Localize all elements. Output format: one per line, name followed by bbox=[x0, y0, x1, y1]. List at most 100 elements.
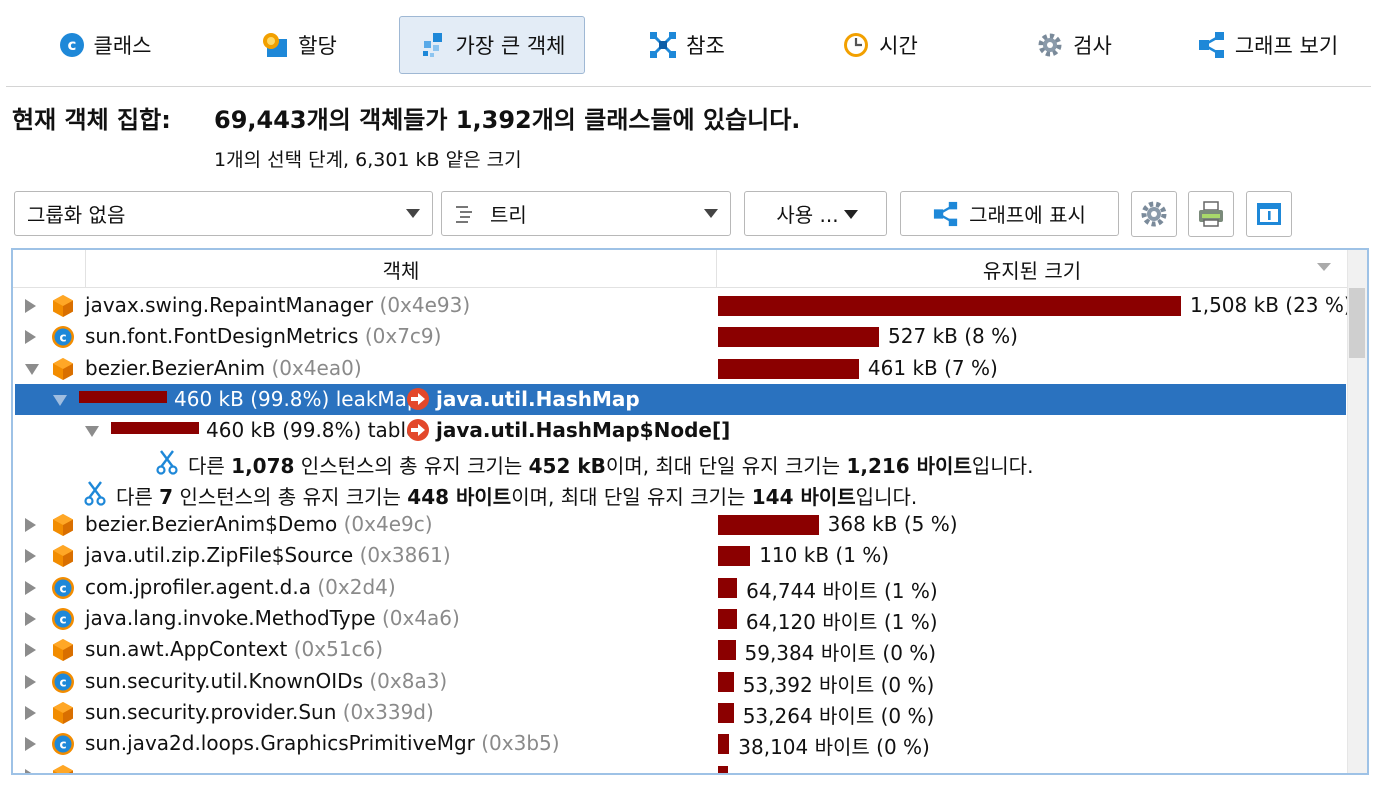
retained-size-bar bbox=[718, 640, 736, 661]
tab-graph-view[interactable]: 그래프 보기 bbox=[1194, 16, 1342, 74]
column-header-retained-size[interactable]: 유지된 크기 bbox=[716, 250, 1347, 288]
class-icon: c bbox=[51, 576, 75, 605]
collapse-toggle-icon[interactable] bbox=[85, 426, 99, 438]
retained-size-value: 461 kB (7 %) bbox=[867, 355, 998, 380]
show-in-graph-button[interactable]: 그래프에 표시 bbox=[900, 191, 1119, 236]
tab-time[interactable]: 시간 bbox=[840, 16, 920, 74]
table-row[interactable]: sun.security.provider.Sun (0x339d) 53,264… bbox=[15, 697, 1346, 728]
tab-label: 그래프 보기 bbox=[1234, 34, 1339, 58]
use-dropdown-button[interactable]: 사용 ... bbox=[744, 191, 887, 236]
table-row[interactable]: c com.jprofiler.agent.d.a (0x2d4) 64,744 바… bbox=[15, 572, 1346, 603]
retained-size-bar bbox=[718, 296, 1181, 316]
view-mode-value: 트리 bbox=[490, 203, 527, 227]
table-row[interactable]: c java.lang.invoke.MethodType (0x4a6) 64,1… bbox=[15, 603, 1346, 634]
object-class-name: java.lang.invoke.MethodType bbox=[85, 606, 376, 630]
grouping-select[interactable]: 그룹화 없음 bbox=[14, 191, 433, 236]
object-icon bbox=[51, 701, 75, 730]
tab-classes[interactable]: c 클래스 bbox=[50, 16, 160, 74]
cutoff-summary-row[interactable]: 다른 1,078 인스턴스의 총 유지 크기는 452 kB이며, 최대 단일 … bbox=[15, 447, 1346, 478]
settings-button[interactable] bbox=[1131, 191, 1177, 237]
use-label: 사용 ... bbox=[776, 203, 839, 227]
svg-text:c: c bbox=[67, 36, 76, 54]
tab-label: 클래스 bbox=[93, 34, 152, 58]
table-row[interactable]: sun.awt.AppContext (0x51c6) 59,384 바이트 (0… bbox=[15, 634, 1346, 665]
graph-icon bbox=[934, 201, 958, 226]
object-address: (0x51c6) bbox=[293, 637, 384, 662]
sort-descending-icon bbox=[1317, 263, 1331, 271]
table-row[interactable]: bezier.BezierAnim (0x4ea0) 461 kB (7 %) bbox=[15, 353, 1346, 384]
expand-toggle-icon[interactable] bbox=[25, 643, 36, 658]
scrollbar-thumb[interactable] bbox=[1349, 288, 1365, 358]
collapse-toggle-icon[interactable] bbox=[25, 363, 39, 375]
expand-toggle-icon[interactable] bbox=[25, 612, 36, 626]
table-row[interactable]: c sun.font.FontDesignMetrics (0x7c9) 527 k… bbox=[15, 321, 1346, 352]
reference-target-class: java.util.HashMap bbox=[436, 386, 640, 411]
object-class-name: javax.swing.RepaintManager bbox=[85, 293, 374, 317]
tab-label: 시간 bbox=[879, 34, 918, 58]
inspection-icon bbox=[1038, 33, 1062, 57]
expand-toggle-icon[interactable] bbox=[25, 518, 36, 533]
expand-toggle-icon[interactable] bbox=[25, 705, 36, 720]
object-name: com.jprofiler.agent.d.a (0x2d4) bbox=[85, 575, 396, 599]
reference-retained-size: 460 kB (99.8%) bbox=[174, 386, 330, 411]
retained-size-bar bbox=[718, 609, 737, 629]
tab-label: 참조 bbox=[686, 34, 725, 58]
printer-icon bbox=[1199, 201, 1223, 227]
tab-allocations[interactable]: 할당 bbox=[256, 16, 342, 74]
column-header-object[interactable]: 객체 bbox=[85, 250, 716, 288]
cutoff-summary-row[interactable]: 다른 7 인스턴스의 총 유지 크기는 448 바이트이며, 최대 단일 유지 … bbox=[15, 478, 1346, 509]
expand-toggle-icon[interactable] bbox=[25, 674, 36, 689]
object-address: (0x4e9c) bbox=[343, 512, 433, 537]
object-address: (0x4e93) bbox=[379, 293, 471, 317]
cutoff-instance-count: 1,078 bbox=[231, 453, 295, 478]
table-row[interactable] bbox=[15, 760, 1346, 773]
expand-toggle-icon[interactable] bbox=[25, 330, 36, 345]
export-button[interactable] bbox=[1188, 191, 1234, 237]
cutoff-text: 이며, 최대 단일 유지 크기는 bbox=[511, 484, 752, 509]
show-in-graph-label: 그래프에 표시 bbox=[969, 203, 1086, 227]
object-name: sun.security.provider.Sun (0x339d) bbox=[85, 700, 434, 724]
info-icon bbox=[1257, 203, 1281, 225]
expand-toggle-icon[interactable] bbox=[25, 580, 36, 595]
retained-size-bar bbox=[718, 702, 734, 723]
biggest-objects-icon bbox=[422, 33, 442, 57]
expand-toggle-icon[interactable] bbox=[25, 737, 36, 752]
tree-icon bbox=[456, 205, 472, 223]
expand-toggle-icon[interactable] bbox=[25, 768, 36, 773]
object-icon bbox=[51, 544, 75, 573]
tab-biggest-objects[interactable]: 가장 큰 객체 bbox=[399, 16, 585, 74]
summary-subtitle: 1개의 선택 단계, 6,301 kB 얕은 크기 bbox=[214, 149, 522, 171]
class-icon: c bbox=[51, 670, 75, 699]
biggest-objects-tree-table[interactable]: 객체 유지된 크기 javax.swing.RepaintManager (0x… bbox=[11, 248, 1369, 775]
view-tab-bar: c 클래스 할당 가장 큰 객체 참조 시간 검사 그래프 보기 bbox=[10, 10, 1367, 80]
object-name: sun.awt.AppContext (0x51c6) bbox=[85, 637, 383, 661]
table-row[interactable]: javax.swing.RepaintManager (0x4e93) 1,508… bbox=[15, 290, 1352, 321]
retained-size-bar bbox=[718, 734, 730, 755]
view-mode-select[interactable]: 트리 bbox=[441, 191, 731, 236]
info-button[interactable] bbox=[1246, 191, 1292, 237]
table-row[interactable]: c sun.security.util.KnownOIDs (0x8a3) 53,3… bbox=[15, 666, 1346, 697]
table-row[interactable]: 460 kB (99.8%) table java.util.HashMap$No… bbox=[15, 415, 1346, 446]
tab-inspections[interactable]: 검사 bbox=[1034, 16, 1114, 74]
expand-toggle-icon[interactable] bbox=[25, 299, 36, 313]
object-class-name: bezier.BezierAnim$Demo bbox=[85, 512, 338, 537]
tab-references[interactable]: 참조 bbox=[644, 16, 730, 74]
object-name: java.lang.invoke.MethodType (0x4a6) bbox=[85, 606, 460, 630]
object-name: sun.security.util.KnownOIDs (0x8a3) bbox=[85, 669, 447, 693]
reference-label: 460 kB (99.8%) leakMap bbox=[174, 387, 420, 411]
tab-divider bbox=[6, 86, 1371, 87]
retained-size-bar bbox=[718, 358, 859, 379]
retained-size-value: 527 kB (8 %) bbox=[888, 324, 1018, 349]
table-row[interactable]: 460 kB (99.8%) leakMap java.util.HashMap bbox=[15, 383, 1346, 415]
vertical-scrollbar[interactable] bbox=[1347, 250, 1367, 773]
object-class-name: sun.awt.AppContext bbox=[85, 637, 288, 662]
object-class-name: sun.security.util.KnownOIDs bbox=[85, 668, 363, 693]
cutoff-text: 입니다. bbox=[971, 453, 1034, 478]
collapse-toggle-icon[interactable] bbox=[53, 394, 67, 406]
expand-toggle-icon[interactable] bbox=[25, 549, 36, 564]
graph-icon bbox=[1198, 32, 1224, 58]
table-row[interactable]: c sun.java2d.loops.GraphicsPrimitiveMgr (… bbox=[15, 728, 1346, 759]
table-row[interactable]: java.util.zip.ZipFile$Source (0x3861) 110… bbox=[15, 540, 1346, 571]
table-row[interactable]: bezier.BezierAnim$Demo (0x4e9c) 368 kB (5… bbox=[15, 509, 1346, 540]
retained-size-value: 110 kB (1 %) bbox=[759, 543, 890, 568]
